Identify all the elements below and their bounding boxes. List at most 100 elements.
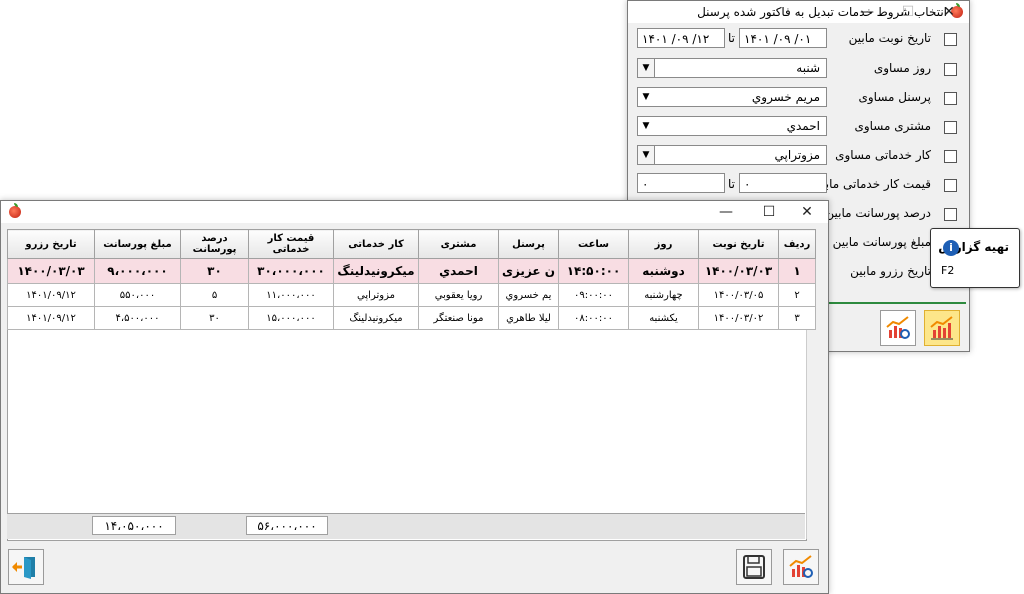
price-to-label: تا <box>728 177 735 191</box>
chart-report-button[interactable] <box>783 549 819 585</box>
price-checkbox[interactable] <box>944 179 957 192</box>
exit-door-icon <box>12 557 35 579</box>
cell-appointment-date: ۱۴۰۰/۰۳/۰۲ <box>698 306 779 330</box>
filter-window-titlebar: انتخاب شروط خدمات تبدیل به فاکتور شده پر… <box>628 1 969 23</box>
cell-commission-percent: ۵ <box>180 283 249 307</box>
info-icon: i <box>943 240 959 256</box>
report-grid: ردیف تاریخ نوبت روز ساعت پرسنل مشتری کار… <box>7 229 816 330</box>
col-header-commission-percent[interactable]: درصد پورسانت <box>180 229 249 259</box>
cell-commission-percent: ۳۰ <box>180 258 249 284</box>
col-header-time[interactable]: ساعت <box>558 229 629 259</box>
col-header-day[interactable]: روز <box>628 229 699 259</box>
day-select[interactable]: شنبه ▼ <box>637 58 827 78</box>
report-tooltip: تهیه گزارش i F2 <box>930 228 1020 288</box>
reserve-date-label: تاریخ رزرو مابین <box>850 264 931 278</box>
price-from-field[interactable]: ۰ <box>739 173 827 193</box>
col-header-customer[interactable]: مشتری <box>418 229 499 259</box>
preview-report-button[interactable] <box>880 310 916 346</box>
exit-button[interactable] <box>8 549 44 585</box>
table-row[interactable]: ۲ ۱۴۰۰/۰۳/۰۵ چهارشنبه ۰۹:۰۰:۰۰ یم خسروي … <box>7 283 816 307</box>
filter-bottom-divider <box>826 302 966 304</box>
cell-row-number: ۳ <box>778 306 816 330</box>
commission-amount-label: مبلغ پورسانت مابین <box>832 235 931 249</box>
cell-customer: رويا يعقوبي <box>418 283 499 307</box>
cell-appointment-date: ۱۴۰۰/۰۳/۰۳ <box>698 258 779 284</box>
cell-day: دوشنبه <box>628 258 699 284</box>
chart-preview-icon <box>789 555 813 578</box>
cell-reserve-date: ۱۴۰۱/۰۹/۱۲ <box>7 306 95 330</box>
minimize-button[interactable]: — <box>712 201 740 223</box>
close-button[interactable]: ✕ <box>793 201 821 223</box>
cell-staff: یم خسروي <box>498 283 559 307</box>
save-disk-icon <box>743 555 765 579</box>
chart-preview-icon <box>886 316 910 339</box>
chart-report-icon <box>930 316 953 340</box>
cell-appointment-date: ۱۴۰۰/۰۳/۰۵ <box>698 283 779 307</box>
maximize-button[interactable]: ☐ <box>755 201 783 223</box>
day-label: روز مساوی <box>873 61 931 75</box>
maximize-button[interactable]: ☐ <box>894 1 922 23</box>
day-checkbox[interactable] <box>944 63 957 76</box>
save-button[interactable] <box>736 549 772 585</box>
apple-logo-icon <box>9 203 21 218</box>
cell-row-number: ۱ <box>778 258 816 284</box>
col-header-service[interactable]: کار خدماتی <box>333 229 419 259</box>
customer-select[interactable]: احمدي ▼ <box>637 116 827 136</box>
staff-label: پرسنل مساوی <box>858 90 931 104</box>
cell-time: ۰۹:۰۰:۰۰ <box>558 283 629 307</box>
appointment-date-from-field[interactable]: ۱۴۰۱ /۰۹ /۰۱ <box>739 28 827 48</box>
cell-service: میکرونیدلینگ <box>333 306 419 330</box>
customer-select-value: احمدي <box>786 119 820 133</box>
col-header-appointment-date[interactable]: تاریخ نوبت <box>698 229 779 259</box>
cell-row-number: ۲ <box>778 283 816 307</box>
col-header-staff[interactable]: پرسنل <box>498 229 559 259</box>
customer-checkbox[interactable] <box>944 121 957 134</box>
chevron-down-icon[interactable]: ▼ <box>638 146 655 164</box>
price-label: قیمت کار خدماتی مابین <box>812 177 931 191</box>
service-label: کار خدماتی مساوی <box>835 148 931 162</box>
close-button[interactable]: ✕ <box>935 1 963 23</box>
generate-report-button[interactable] <box>924 310 960 346</box>
col-header-row-number[interactable]: ردیف <box>778 229 816 259</box>
cell-reserve-date: ۱۴۰۰/۰۳/۰۳ <box>7 258 95 284</box>
cell-commission-amount: ۹،۰۰۰،۰۰۰ <box>94 258 181 284</box>
cell-staff: ليلا طاهري <box>498 306 559 330</box>
table-row[interactable]: ۱ ۱۴۰۰/۰۳/۰۳ دوشنبه ۱۴:۵۰:۰۰ ن عزیزی احم… <box>7 258 816 284</box>
cell-staff: ن عزیزی <box>498 258 559 284</box>
staff-select[interactable]: مریم خسروي ▼ <box>637 87 827 107</box>
cell-commission-amount: ۴،۵۰۰،۰۰۰ <box>94 306 181 330</box>
col-header-commission-amount[interactable]: مبلغ پورسانت <box>94 229 181 259</box>
appointment-date-label: تاریخ نوبت مابین <box>848 31 931 45</box>
cell-commission-amount: ۵۵۰،۰۰۰ <box>94 283 181 307</box>
appointment-date-to-label: تا <box>728 31 735 45</box>
table-row[interactable]: ۳ ۱۴۰۰/۰۳/۰۲ یکشنبه ۰۸:۰۰:۰۰ ليلا طاهري … <box>7 306 816 330</box>
cell-time: ۱۴:۵۰:۰۰ <box>558 258 629 284</box>
service-select-value: مزوتراپي <box>774 148 820 162</box>
cell-service: میکرونیدلینگ <box>333 258 419 284</box>
price-to-field[interactable]: ۰ <box>637 173 725 193</box>
col-header-reserve-date[interactable]: تاریخ رزرو <box>7 229 95 259</box>
staff-select-value: مریم خسروي <box>751 90 820 104</box>
grid-header-row: ردیف تاریخ نوبت روز ساعت پرسنل مشتری کار… <box>7 229 816 259</box>
service-checkbox[interactable] <box>944 150 957 163</box>
appointment-date-checkbox[interactable] <box>944 33 957 46</box>
commission-total: ۱۴،۰۵۰،۰۰۰ <box>92 516 176 535</box>
chevron-down-icon[interactable]: ▼ <box>638 59 655 77</box>
cell-time: ۰۸:۰۰:۰۰ <box>558 306 629 330</box>
service-select[interactable]: مزوتراپي ▼ <box>637 145 827 165</box>
cell-commission-percent: ۳۰ <box>180 306 249 330</box>
cell-service-price: ۱۱،۰۰۰،۰۰۰ <box>248 283 334 307</box>
chevron-down-icon[interactable]: ▼ <box>638 88 654 106</box>
price-total: ۵۶،۰۰۰،۰۰۰ <box>246 516 328 535</box>
cell-day: چهارشنبه <box>628 283 699 307</box>
cell-service: مزوتراپي <box>333 283 419 307</box>
col-header-service-price[interactable]: قیمت کار خدماتی <box>248 229 334 259</box>
appointment-date-to-field[interactable]: ۱۴۰۱ /۰۹ /۱۲ <box>637 28 725 48</box>
customer-label: مشتری مساوی <box>854 119 931 133</box>
tooltip-shortcut: F2 <box>941 264 955 277</box>
chevron-down-icon[interactable]: ▼ <box>638 117 654 135</box>
commission-percent-checkbox[interactable] <box>944 208 957 221</box>
minimize-button[interactable]: — <box>853 1 881 23</box>
day-select-value: شنبه <box>796 61 820 75</box>
staff-checkbox[interactable] <box>944 92 957 105</box>
